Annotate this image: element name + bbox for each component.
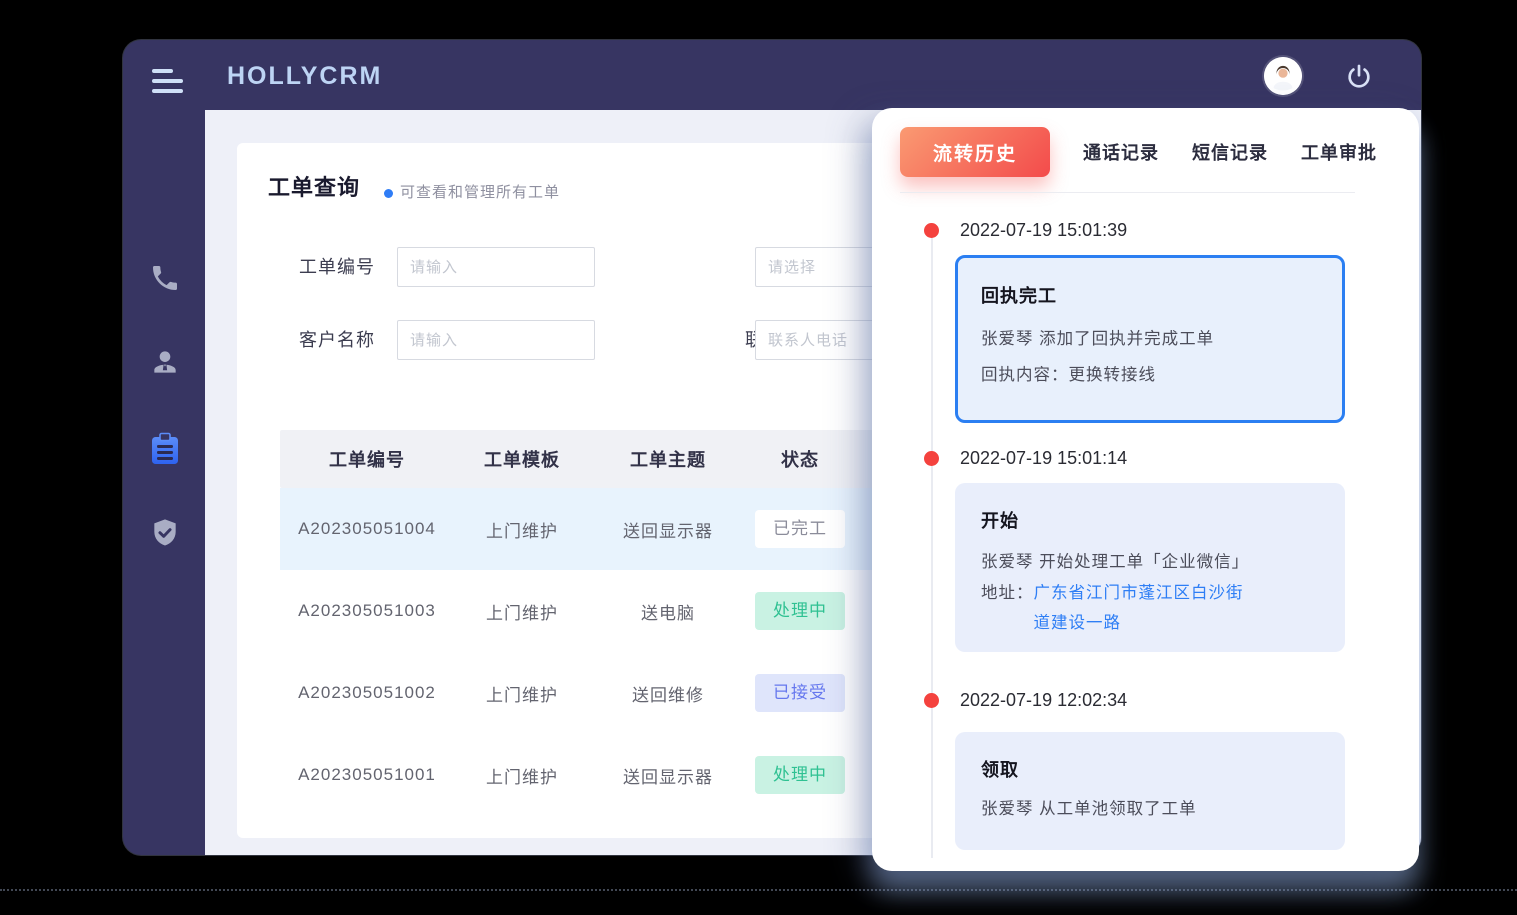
cell-order-no: A202305051003 bbox=[280, 601, 454, 621]
page-title: 工单查询 bbox=[268, 170, 360, 202]
address-label: 地址： bbox=[981, 578, 1034, 608]
avatar-image bbox=[1264, 57, 1302, 95]
timeline-card-receipt-complete[interactable]: 回执完工 张爱琴 添加了回执并完成工单 回执内容：更换转接线 bbox=[955, 255, 1345, 423]
menu-icon[interactable] bbox=[152, 69, 184, 95]
timeline-dot-icon bbox=[924, 223, 939, 238]
cell-order-no: A202305051001 bbox=[280, 765, 454, 785]
cell-template: 上门维护 bbox=[454, 681, 590, 706]
timeline-card-title: 领取 bbox=[981, 756, 1319, 782]
tabs-divider bbox=[900, 192, 1355, 193]
timeline-card-claim[interactable]: 领取 张爱琴 从工单池领取了工单 bbox=[955, 732, 1345, 850]
sidebar-item-security[interactable] bbox=[149, 517, 181, 549]
col-header-order-no: 工单编号 bbox=[280, 446, 454, 472]
filter-label-customer: 客户名称 bbox=[237, 320, 375, 360]
cell-order-no: A202305051002 bbox=[280, 683, 454, 703]
phone-icon bbox=[149, 262, 181, 294]
cell-order-no: A202305051004 bbox=[280, 519, 454, 539]
sidebar-item-contacts[interactable] bbox=[149, 346, 181, 378]
power-icon[interactable] bbox=[1345, 63, 1373, 91]
timeline-card-title: 开始 bbox=[981, 507, 1319, 533]
col-header-subject: 工单主题 bbox=[590, 446, 746, 472]
brand-logo: HOLLYCRM bbox=[227, 62, 382, 91]
timeline-timestamp: 2022-07-19 12:02:34 bbox=[960, 688, 1127, 712]
work-order-clipboard-icon bbox=[149, 432, 181, 466]
timeline-timestamp: 2022-07-19 15:01:14 bbox=[960, 446, 1127, 470]
cell-subject: 送回维修 bbox=[590, 681, 746, 706]
detail-tabs: 流转历史 通话记录 短信记录 工单审批 bbox=[900, 127, 1377, 177]
address-link[interactable]: 广东省江门市蓬江区白沙街道建设一路 bbox=[1034, 578, 1258, 638]
timeline-card-start[interactable]: 开始 张爱琴 开始处理工单「企业微信」 地址： 广东省江门市蓬江区白沙街道建设一… bbox=[955, 483, 1345, 652]
cell-template: 上门维护 bbox=[454, 517, 590, 542]
tab-order-approval[interactable]: 工单审批 bbox=[1301, 139, 1377, 165]
cell-template: 上门维护 bbox=[454, 763, 590, 788]
cell-subject: 送电脑 bbox=[590, 599, 746, 624]
tab-transfer-history[interactable]: 流转历史 bbox=[900, 127, 1050, 177]
work-order-detail-panel: 流转历史 通话记录 短信记录 工单审批 2022-07-19 15:01:39 … bbox=[872, 108, 1419, 871]
cell-template: 上门维护 bbox=[454, 599, 590, 624]
subtitle-dot-icon bbox=[384, 189, 393, 198]
cell-subject: 送回显示器 bbox=[590, 763, 746, 788]
timeline-card-line: 张爱琴 开始处理工单「企业微信」 bbox=[981, 546, 1319, 578]
timeline-line bbox=[931, 230, 933, 858]
cell-subject: 送回显示器 bbox=[590, 517, 746, 542]
timeline-card-line: 回执内容：更换转接线 bbox=[981, 357, 1319, 393]
timeline-card-address-row: 地址： 广东省江门市蓬江区白沙街道建设一路 bbox=[981, 578, 1319, 638]
customer-name-input[interactable] bbox=[397, 320, 595, 360]
timeline-timestamp: 2022-07-19 15:01:39 bbox=[960, 218, 1127, 242]
timeline-dot-icon bbox=[924, 693, 939, 708]
page-subtitle: 可查看和管理所有工单 bbox=[400, 181, 560, 202]
decorative-dotted-line bbox=[0, 889, 1517, 891]
user-avatar[interactable] bbox=[1264, 57, 1302, 95]
sidebar-item-calls[interactable] bbox=[149, 262, 181, 294]
tab-call-records[interactable]: 通话记录 bbox=[1083, 139, 1159, 165]
status-badge: 已接受 bbox=[755, 674, 845, 712]
timeline-card-line: 张爱琴 添加了回执并完成工单 bbox=[981, 321, 1319, 357]
tab-sms-records[interactable]: 短信记录 bbox=[1192, 139, 1268, 165]
filter-label-order-no: 工单编号 bbox=[237, 247, 375, 287]
security-shield-icon bbox=[149, 517, 181, 549]
status-badge: 处理中 bbox=[755, 756, 845, 794]
col-header-status: 状态 bbox=[746, 446, 854, 472]
order-no-input[interactable] bbox=[397, 247, 595, 287]
timeline-card-line: 张爱琴 从工单池领取了工单 bbox=[981, 795, 1319, 823]
col-header-template: 工单模板 bbox=[454, 446, 590, 472]
timeline-card-title: 回执完工 bbox=[981, 282, 1319, 308]
timeline-dot-icon bbox=[924, 451, 939, 466]
status-badge: 处理中 bbox=[755, 592, 845, 630]
sidebar-item-work-orders[interactable] bbox=[149, 432, 181, 464]
contact-person-icon bbox=[149, 346, 181, 378]
status-badge: 已完工 bbox=[755, 510, 845, 548]
